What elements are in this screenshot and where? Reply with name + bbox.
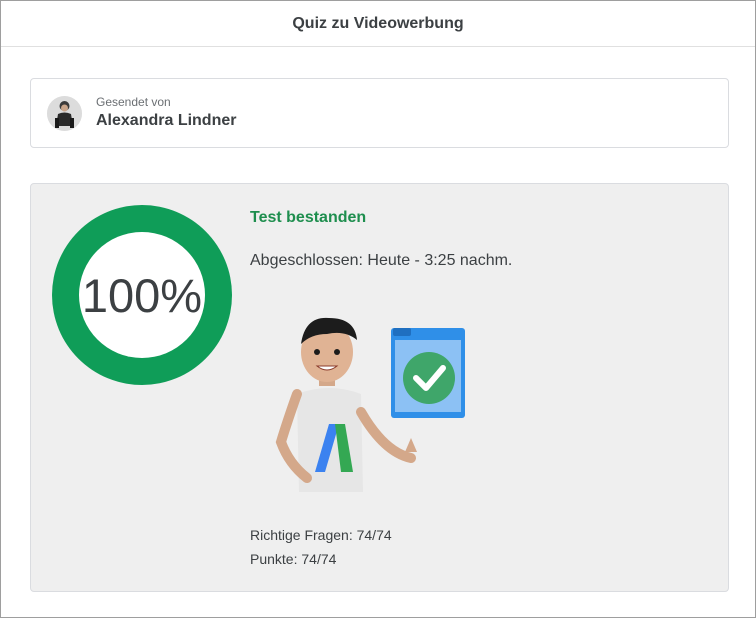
result-card: 100% Test bestanden Abgeschlossen: Heute… [30,183,729,592]
points: Punkte: 74/74 [250,551,337,567]
completion-time: Abgeschlossen: Heute - 3:25 nachm. [250,252,513,269]
person-avatar-icon [47,96,82,131]
correct-questions: Richtige Fragen: 74/74 [250,527,392,543]
header-bar: Quiz zu Videowerbung [1,1,755,47]
clipboard-check-icon [391,328,465,418]
pass-status: Test bestanden [250,209,367,226]
avatar [47,96,82,131]
score-percentage: 100% [81,268,203,322]
quiz-result-window: Quiz zu Videowerbung Gesendet von Alexan… [0,0,756,618]
page-title: Quiz zu Videowerbung [292,14,464,32]
sender-label: Gesendet von [96,95,171,109]
success-illustration-icon [275,317,465,492]
sender-name: Alexandra Lindner [96,112,237,129]
sender-card: Gesendet von Alexandra Lindner [30,78,729,148]
